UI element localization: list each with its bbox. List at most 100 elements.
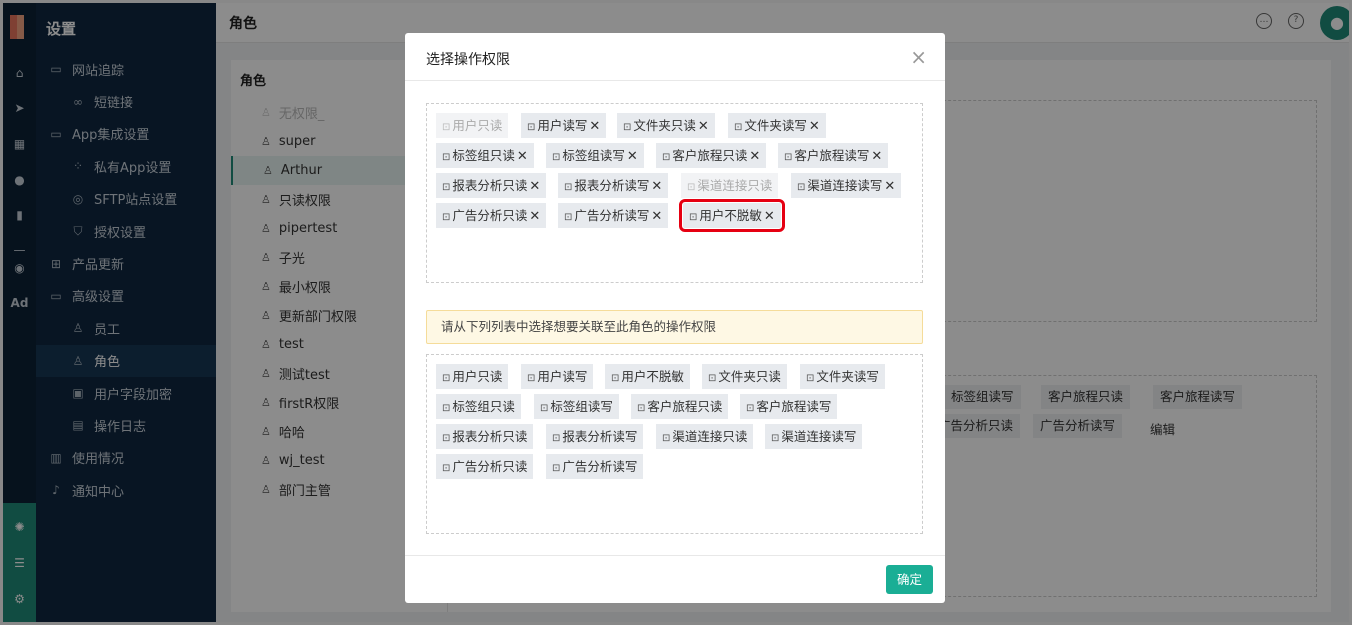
selected-permission-tag[interactable]: ⊡ 标签组读写 ✕ (546, 143, 644, 168)
remove-icon[interactable]: ✕ (651, 209, 662, 224)
permission-label: 用户读写 (537, 369, 588, 384)
lock-icon: ⊡ (527, 122, 536, 133)
selected-permission-tag[interactable]: ⊡ 标签组只读 ✕ (436, 143, 534, 168)
lock-icon: ⊡ (442, 182, 451, 193)
selected-permission-tag[interactable]: ⊡ 渠道连接只读 (681, 173, 779, 198)
available-permission-tag[interactable]: ⊡ 用户不脱敏 (605, 364, 690, 389)
permission-label: 标签组读写 (562, 148, 625, 163)
lock-icon: ⊡ (637, 403, 646, 414)
lock-icon: ⊡ (797, 182, 806, 193)
remove-icon[interactable]: ✕ (764, 209, 775, 224)
permission-label: 广告分析只读 (452, 459, 528, 474)
available-permission-tag[interactable]: ⊡ 文件夹只读 (702, 364, 787, 389)
available-permission-tag[interactable]: ⊡ 标签组读写 (534, 394, 619, 419)
selected-permission-tag[interactable]: ⊡ 用户只读 (436, 113, 509, 138)
permission-label: 用户只读 (452, 369, 503, 384)
lock-icon: ⊡ (564, 212, 573, 223)
available-permission-tag[interactable]: ⊡ 文件夹读写 (800, 364, 885, 389)
remove-icon[interactable]: ✕ (627, 149, 638, 164)
confirm-button[interactable]: 确定 (886, 565, 933, 594)
selected-permission-tag[interactable]: ⊡ 用户读写 ✕ (521, 113, 607, 138)
permission-label: 标签组只读 (452, 148, 515, 163)
remove-icon[interactable]: ✕ (698, 119, 709, 134)
remove-icon[interactable]: ✕ (749, 149, 760, 164)
lock-icon: ⊡ (734, 122, 743, 133)
selected-permission-tag[interactable]: ⊡ 文件夹读写 ✕ (728, 113, 826, 138)
selected-permission-tag[interactable]: ⊡ 客户旅程只读 ✕ (656, 143, 767, 168)
selected-permissions: ⊡ 用户只读 ⊡ 用户读写 ✕ ⊡ 文件夹只读 ✕ ⊡ 文件夹读写 ✕ ⊡ 标签组只读 ✕ ⊡ 标签组读写 ✕ ⊡… (426, 103, 923, 283)
remove-icon[interactable]: ✕ (884, 179, 895, 194)
permission-label: 文件夹读写 (816, 369, 879, 384)
selected-permission-tag[interactable]: ⊡ 文件夹只读 ✕ (617, 113, 715, 138)
permission-label: 渠道连接读写 (807, 178, 883, 193)
lock-icon: ⊡ (689, 212, 698, 223)
permission-label: 报表分析读写 (574, 178, 650, 193)
lock-icon: ⊡ (442, 212, 451, 223)
lock-icon: ⊡ (552, 152, 561, 163)
available-permission-tag[interactable]: ⊡ 广告分析读写 (546, 454, 644, 479)
modal-footer: 确定 (405, 555, 945, 603)
lock-icon: ⊡ (662, 433, 671, 444)
permission-label: 渠道连接读写 (781, 429, 857, 444)
modal-title: 选择操作权限 (426, 52, 510, 68)
lock-icon: ⊡ (784, 152, 793, 163)
available-permission-tag[interactable]: ⊡ 用户读写 (521, 364, 594, 389)
available-permission-tag[interactable]: ⊡ 报表分析只读 (436, 424, 534, 449)
remove-icon[interactable]: ✕ (871, 149, 882, 164)
lock-icon: ⊡ (442, 433, 451, 444)
lock-icon: ⊡ (687, 182, 696, 193)
remove-icon[interactable]: ✕ (651, 179, 662, 194)
permission-label: 报表分析读写 (562, 429, 638, 444)
available-permission-tag[interactable]: ⊡ 渠道连接读写 (765, 424, 863, 449)
permission-modal: 选择操作权限 × ⊡ 用户只读 ⊡ 用户读写 ✕ ⊡ 文件夹只读 ✕ ⊡ 文件夹读写 ✕ ⊡ 标签组只读… (405, 33, 945, 603)
remove-icon[interactable]: ✕ (589, 119, 600, 134)
modal-header: 选择操作权限 × (405, 33, 945, 81)
app-frame: ⌂ ➤ ▦ ● ▮ — ◉ Ad ✺ ☰ ⚙ 设置 ▭ 网站追踪 ∞ 短链接 ▭ App集… (3, 3, 1349, 622)
remove-icon[interactable]: ✕ (809, 119, 820, 134)
permission-label: 标签组只读 (452, 399, 515, 414)
lock-icon: ⊡ (662, 152, 671, 163)
available-permission-tag[interactable]: ⊡ 用户只读 (436, 364, 509, 389)
lock-icon: ⊡ (771, 433, 780, 444)
permission-label: 用户只读 (452, 118, 503, 133)
available-permission-tag[interactable]: ⊡ 渠道连接只读 (656, 424, 754, 449)
lock-icon: ⊡ (708, 373, 717, 384)
permission-label: 文件夹只读 (633, 118, 696, 133)
selected-permission-tag[interactable]: ⊡ 广告分析只读 ✕ (436, 203, 547, 228)
permission-label: 广告分析读写 (562, 459, 638, 474)
close-icon[interactable]: × (910, 45, 927, 69)
permission-label: 报表分析只读 (452, 178, 528, 193)
permission-label: 广告分析读写 (574, 208, 650, 223)
lock-icon: ⊡ (746, 403, 755, 414)
permission-label: 报表分析只读 (452, 429, 528, 444)
lock-icon: ⊡ (540, 403, 549, 414)
selected-permission-tag[interactable]: ⊡ 广告分析读写 ✕ (558, 203, 669, 228)
lock-icon: ⊡ (442, 403, 451, 414)
notice-banner: 请从下列列表中选择想要关联至此角色的操作权限 (426, 310, 923, 344)
permission-label: 用户不脱敏 (699, 208, 762, 223)
available-permission-tag[interactable]: ⊡ 客户旅程只读 (631, 394, 729, 419)
lock-icon: ⊡ (806, 373, 815, 384)
lock-icon: ⊡ (442, 373, 451, 384)
available-permission-tag[interactable]: ⊡ 广告分析只读 (436, 454, 534, 479)
remove-icon[interactable]: ✕ (529, 179, 540, 194)
selected-permission-tag[interactable]: ⊡ 客户旅程读写 ✕ (778, 143, 889, 168)
remove-icon[interactable]: ✕ (529, 209, 540, 224)
remove-icon[interactable]: ✕ (517, 149, 528, 164)
lock-icon: ⊡ (442, 463, 451, 474)
permission-label: 文件夹只读 (718, 369, 781, 384)
permission-label: 渠道连接只读 (672, 429, 748, 444)
lock-icon: ⊡ (442, 152, 451, 163)
permission-label: 客户旅程只读 (672, 148, 748, 163)
selected-permission-tag[interactable]: ⊡ 报表分析只读 ✕ (436, 173, 547, 198)
selected-permission-tag[interactable]: ⊡ 报表分析读写 ✕ (558, 173, 669, 198)
available-permission-tag[interactable]: ⊡ 客户旅程读写 (740, 394, 838, 419)
lock-icon: ⊡ (623, 122, 632, 133)
available-permission-tag[interactable]: ⊡ 标签组只读 (436, 394, 521, 419)
selected-permission-tag[interactable]: ⊡ 用户不脱敏 ✕ (679, 199, 785, 232)
available-permissions: ⊡ 用户只读 ⊡ 用户读写 ⊡ 用户不脱敏 ⊡ 文件夹只读 ⊡ 文件夹读写 ⊡ 标签组只读 ⊡ 标签组读写… (426, 354, 923, 534)
available-permission-tag[interactable]: ⊡ 报表分析读写 (546, 424, 644, 449)
selected-permission-tag[interactable]: ⊡ 渠道连接读写 ✕ (791, 173, 902, 198)
lock-icon: ⊡ (527, 373, 536, 384)
permission-label: 客户旅程读写 (756, 399, 832, 414)
